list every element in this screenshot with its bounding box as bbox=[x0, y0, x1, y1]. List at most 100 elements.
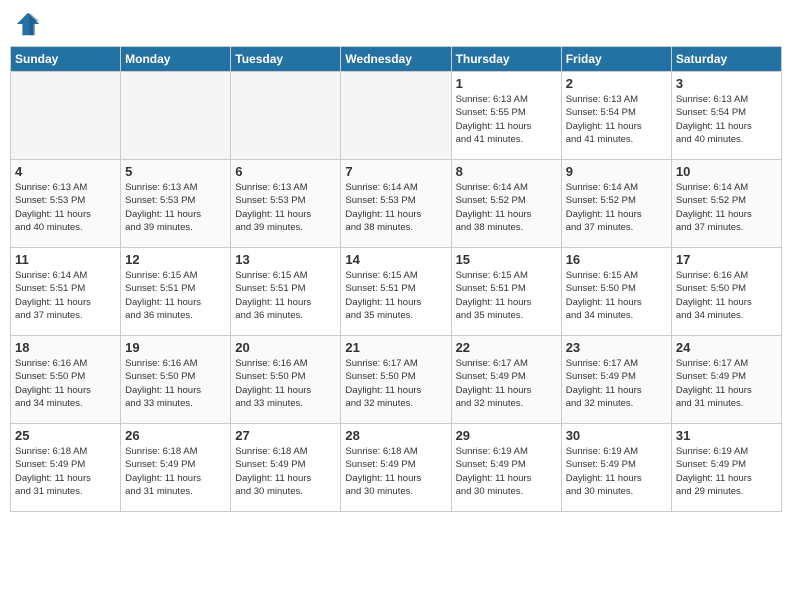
calendar-cell: 19 Sunrise: 6:16 AM Sunset: 5:50 PM Dayli… bbox=[121, 336, 231, 424]
cell-info: Sunrise: 6:16 AM Sunset: 5:50 PM Dayligh… bbox=[15, 357, 116, 410]
cell-info: Sunrise: 6:14 AM Sunset: 5:52 PM Dayligh… bbox=[566, 181, 667, 234]
calendar-cell: 25Sunrise: 6:18 AM Sunset: 5:49 PM Dayli… bbox=[11, 424, 121, 512]
cell-info: Sunrise: 6:16 AM Sunset: 5:50 PM Dayligh… bbox=[125, 357, 226, 410]
cell-info: Sunrise: 6:13 AM Sunset: 5:54 PM Dayligh… bbox=[566, 93, 667, 146]
week-row-1: 4 Sunrise: 6:13 AM Sunset: 5:53 PM Daylig… bbox=[11, 160, 782, 248]
day-number: 24 bbox=[676, 340, 777, 355]
cell-info: Sunrise: 6:14 AM Sunset: 5:52 PM Dayligh… bbox=[676, 181, 777, 234]
calendar-cell: 20 Sunrise: 6:16 AM Sunset: 5:50 PM Dayli… bbox=[231, 336, 341, 424]
day-number: 11 bbox=[15, 252, 116, 267]
calendar-cell: 27 Sunrise: 6:18 AM Sunset: 5:49 PM Dayli… bbox=[231, 424, 341, 512]
calendar-cell bbox=[121, 72, 231, 160]
calendar-cell: 13 Sunrise: 6:15 AM Sunset: 5:51 PM Dayli… bbox=[231, 248, 341, 336]
week-row-3: 18 Sunrise: 6:16 AM Sunset: 5:50 PM Dayli… bbox=[11, 336, 782, 424]
cell-info: Sunrise: 6:15 AM Sunset: 5:51 PM Dayligh… bbox=[125, 269, 226, 322]
cell-info: Sunrise: 6:13 AM Sunset: 5:55 PM Dayligh… bbox=[456, 93, 557, 146]
calendar-cell: 1 Sunrise: 6:13 AM Sunset: 5:55 PM Daylig… bbox=[451, 72, 561, 160]
day-number: 29 bbox=[456, 428, 557, 443]
day-number: 22 bbox=[456, 340, 557, 355]
day-number: 3 bbox=[676, 76, 777, 91]
cell-info: Sunrise: 6:16 AM Sunset: 5:50 PM Dayligh… bbox=[235, 357, 336, 410]
logo-icon bbox=[14, 10, 42, 38]
week-row-4: 25Sunrise: 6:18 AM Sunset: 5:49 PM Dayli… bbox=[11, 424, 782, 512]
day-number: 1 bbox=[456, 76, 557, 91]
calendar-cell bbox=[341, 72, 451, 160]
cell-info: Sunrise: 6:14 AM Sunset: 5:52 PM Dayligh… bbox=[456, 181, 557, 234]
calendar-cell: 28 Sunrise: 6:18 AM Sunset: 5:49 PM Dayli… bbox=[341, 424, 451, 512]
cell-info: Sunrise: 6:19 AM Sunset: 5:49 PM Dayligh… bbox=[456, 445, 557, 498]
cell-info: Sunrise: 6:18 AM Sunset: 5:49 PM Dayligh… bbox=[345, 445, 446, 498]
calendar-cell: 18 Sunrise: 6:16 AM Sunset: 5:50 PM Dayli… bbox=[11, 336, 121, 424]
day-number: 21 bbox=[345, 340, 446, 355]
day-number: 6 bbox=[235, 164, 336, 179]
calendar-cell: 24 Sunrise: 6:17 AM Sunset: 5:49 PM Dayli… bbox=[671, 336, 781, 424]
cell-info: Sunrise: 6:19 AM Sunset: 5:49 PM Dayligh… bbox=[676, 445, 777, 498]
calendar-cell: 11Sunrise: 6:14 AM Sunset: 5:51 PM Dayli… bbox=[11, 248, 121, 336]
day-number: 8 bbox=[456, 164, 557, 179]
day-number: 9 bbox=[566, 164, 667, 179]
calendar-cell: 3 Sunrise: 6:13 AM Sunset: 5:54 PM Daylig… bbox=[671, 72, 781, 160]
cell-info: Sunrise: 6:17 AM Sunset: 5:49 PM Dayligh… bbox=[676, 357, 777, 410]
col-header-monday: Monday bbox=[121, 47, 231, 72]
calendar-cell: 23Sunrise: 6:17 AM Sunset: 5:49 PM Dayli… bbox=[561, 336, 671, 424]
calendar-cell: 22 Sunrise: 6:17 AM Sunset: 5:49 PM Dayli… bbox=[451, 336, 561, 424]
day-number: 20 bbox=[235, 340, 336, 355]
cell-info: Sunrise: 6:15 AM Sunset: 5:51 PM Dayligh… bbox=[456, 269, 557, 322]
cell-info: Sunrise: 6:15 AM Sunset: 5:50 PM Dayligh… bbox=[566, 269, 667, 322]
day-number: 19 bbox=[125, 340, 226, 355]
cell-info: Sunrise: 6:18 AM Sunset: 5:49 PM Dayligh… bbox=[125, 445, 226, 498]
cell-info: Sunrise: 6:17 AM Sunset: 5:49 PM Dayligh… bbox=[456, 357, 557, 410]
day-number: 13 bbox=[235, 252, 336, 267]
calendar-cell: 16 Sunrise: 6:15 AM Sunset: 5:50 PM Dayli… bbox=[561, 248, 671, 336]
calendar-cell: 10 Sunrise: 6:14 AM Sunset: 5:52 PM Dayli… bbox=[671, 160, 781, 248]
day-number: 17 bbox=[676, 252, 777, 267]
day-number: 12 bbox=[125, 252, 226, 267]
calendar-cell: 17 Sunrise: 6:16 AM Sunset: 5:50 PM Dayli… bbox=[671, 248, 781, 336]
logo bbox=[14, 10, 44, 38]
cell-info: Sunrise: 6:13 AM Sunset: 5:54 PM Dayligh… bbox=[676, 93, 777, 146]
calendar-cell: 6 Sunrise: 6:13 AM Sunset: 5:53 PM Daylig… bbox=[231, 160, 341, 248]
calendar-cell: 8 Sunrise: 6:14 AM Sunset: 5:52 PM Daylig… bbox=[451, 160, 561, 248]
day-number: 4 bbox=[15, 164, 116, 179]
calendar-cell: 26 Sunrise: 6:18 AM Sunset: 5:49 PM Dayli… bbox=[121, 424, 231, 512]
calendar-cell: 2 Sunrise: 6:13 AM Sunset: 5:54 PM Daylig… bbox=[561, 72, 671, 160]
col-header-tuesday: Tuesday bbox=[231, 47, 341, 72]
cell-info: Sunrise: 6:16 AM Sunset: 5:50 PM Dayligh… bbox=[676, 269, 777, 322]
calendar-cell bbox=[231, 72, 341, 160]
col-header-wednesday: Wednesday bbox=[341, 47, 451, 72]
page-header bbox=[10, 10, 782, 38]
calendar-cell bbox=[11, 72, 121, 160]
col-header-thursday: Thursday bbox=[451, 47, 561, 72]
calendar-cell: 4 Sunrise: 6:13 AM Sunset: 5:53 PM Daylig… bbox=[11, 160, 121, 248]
day-number: 30 bbox=[566, 428, 667, 443]
day-number: 2 bbox=[566, 76, 667, 91]
calendar-cell: 12 Sunrise: 6:15 AM Sunset: 5:51 PM Dayli… bbox=[121, 248, 231, 336]
cell-info: Sunrise: 6:13 AM Sunset: 5:53 PM Dayligh… bbox=[15, 181, 116, 234]
day-number: 10 bbox=[676, 164, 777, 179]
calendar-cell: 14Sunrise: 6:15 AM Sunset: 5:51 PM Dayli… bbox=[341, 248, 451, 336]
calendar-cell: 21 Sunrise: 6:17 AM Sunset: 5:50 PM Dayli… bbox=[341, 336, 451, 424]
cell-info: Sunrise: 6:18 AM Sunset: 5:49 PM Dayligh… bbox=[235, 445, 336, 498]
day-number: 27 bbox=[235, 428, 336, 443]
cell-info: Sunrise: 6:13 AM Sunset: 5:53 PM Dayligh… bbox=[125, 181, 226, 234]
day-number: 18 bbox=[15, 340, 116, 355]
col-header-sunday: Sunday bbox=[11, 47, 121, 72]
cell-info: Sunrise: 6:15 AM Sunset: 5:51 PM Dayligh… bbox=[345, 269, 446, 322]
day-number: 28 bbox=[345, 428, 446, 443]
calendar-cell: 5 Sunrise: 6:13 AM Sunset: 5:53 PM Daylig… bbox=[121, 160, 231, 248]
day-number: 15 bbox=[456, 252, 557, 267]
calendar-cell: 9 Sunrise: 6:14 AM Sunset: 5:52 PM Daylig… bbox=[561, 160, 671, 248]
calendar-cell: 30Sunrise: 6:19 AM Sunset: 5:49 PM Dayli… bbox=[561, 424, 671, 512]
day-number: 23 bbox=[566, 340, 667, 355]
week-row-0: 1 Sunrise: 6:13 AM Sunset: 5:55 PM Daylig… bbox=[11, 72, 782, 160]
cell-info: Sunrise: 6:14 AM Sunset: 5:53 PM Dayligh… bbox=[345, 181, 446, 234]
cell-info: Sunrise: 6:15 AM Sunset: 5:51 PM Dayligh… bbox=[235, 269, 336, 322]
col-header-friday: Friday bbox=[561, 47, 671, 72]
cell-info: Sunrise: 6:13 AM Sunset: 5:53 PM Dayligh… bbox=[235, 181, 336, 234]
day-number: 5 bbox=[125, 164, 226, 179]
day-number: 26 bbox=[125, 428, 226, 443]
cell-info: Sunrise: 6:18 AM Sunset: 5:49 PM Dayligh… bbox=[15, 445, 116, 498]
cell-info: Sunrise: 6:17 AM Sunset: 5:50 PM Dayligh… bbox=[345, 357, 446, 410]
day-number: 16 bbox=[566, 252, 667, 267]
calendar-cell: 31Sunrise: 6:19 AM Sunset: 5:49 PM Dayli… bbox=[671, 424, 781, 512]
